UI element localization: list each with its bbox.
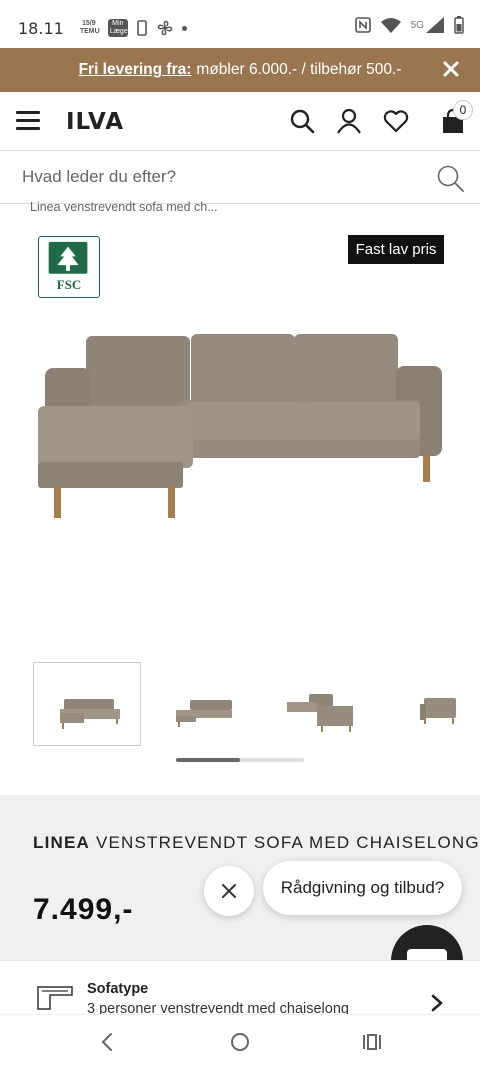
menu-icon[interactable] <box>16 111 40 131</box>
site-header: ILVA 0 <box>0 92 480 150</box>
sofa-thumbnail-icon <box>420 698 456 724</box>
signal-icon <box>426 17 444 33</box>
network-type-label: 5G <box>410 19 424 31</box>
product-title: LINEA VENSTREVENDT SOFA MED CHAISELONG <box>33 833 480 853</box>
product-name: VENSTREVENDT SOFA MED CHAISELONG <box>95 833 480 852</box>
wishlist-heart-icon[interactable] <box>383 108 409 134</box>
search-input[interactable] <box>22 167 402 187</box>
fan-notification-icon <box>157 20 173 36</box>
sofa-type-option[interactable]: Sofatype 3 personer venstrevendt med cha… <box>0 960 480 1017</box>
cart-count-badge: 0 <box>453 100 473 120</box>
chat-close-button[interactable] <box>204 866 254 916</box>
thumbnail-2[interactable] <box>146 662 254 746</box>
more-notifications-dot-icon <box>181 25 187 31</box>
sofa-outline-icon <box>37 986 73 1010</box>
thumbnail-4[interactable] <box>372 662 480 746</box>
close-icon <box>222 884 236 898</box>
fsc-label: FSC <box>56 277 82 292</box>
thumbnail-3[interactable] <box>259 662 367 746</box>
image-thumbnails <box>33 662 480 746</box>
nfc-icon <box>354 17 371 33</box>
min-laege-notification-icon: Min Læge <box>107 19 128 37</box>
sofa-thumbnail-icon <box>176 700 232 727</box>
temu-notification-icon: 15/9 TEMU <box>79 20 100 35</box>
free-delivery-link[interactable]: Fri levering fra: <box>79 61 192 79</box>
chat-prompt-bubble[interactable]: Rådgivning og tilbud? <box>263 861 462 915</box>
system-navigation-bar <box>0 1014 480 1067</box>
battery-icon <box>454 16 464 34</box>
phone-notification-icon <box>137 20 147 36</box>
close-icon[interactable] <box>440 58 462 80</box>
option-title: Sofatype <box>87 981 149 997</box>
search-bar <box>0 150 480 204</box>
sofa-thumbnail-icon <box>60 699 120 729</box>
fsc-certification-logo: FSC <box>38 236 100 298</box>
product-brand: LINEA <box>33 833 90 852</box>
sofa-thumbnail-icon <box>287 694 353 732</box>
gallery-scroll-indicator[interactable] <box>176 758 304 762</box>
wifi-icon <box>380 18 401 33</box>
thumbnail-1[interactable] <box>33 662 141 746</box>
account-icon[interactable] <box>336 108 362 134</box>
sofa-product-image[interactable] <box>30 320 450 530</box>
fast-low-price-badge: Fast lav pris <box>348 235 444 264</box>
home-icon[interactable] <box>228 1031 252 1053</box>
search-icon[interactable] <box>436 164 464 192</box>
ilva-logo[interactable]: ILVA <box>66 109 124 135</box>
breadcrumb[interactable]: Linea venstrevendt sofa med ch... <box>30 200 218 214</box>
product-price: 7.499,- <box>33 893 134 926</box>
chevron-right-icon[interactable] <box>430 993 444 1013</box>
search-icon[interactable] <box>289 108 315 134</box>
recent-apps-icon[interactable] <box>360 1031 384 1053</box>
free-delivery-banner[interactable]: Fri levering fra: møbler 6.000.- / tilbe… <box>0 48 480 92</box>
free-delivery-text: møbler 6.000.- / tilbehør 500.- <box>196 61 402 78</box>
back-icon[interactable] <box>96 1031 120 1053</box>
clock: 18.11 <box>18 18 64 38</box>
